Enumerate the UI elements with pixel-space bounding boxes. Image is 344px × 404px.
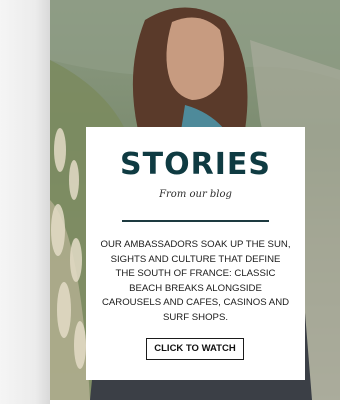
stories-card: STORIES From our blog OUR AMBASSADORS SO… [86, 127, 305, 380]
stories-title: STORIES [120, 147, 271, 182]
click-to-watch-button[interactable]: CLICK TO WATCH [146, 338, 244, 360]
card-divider [122, 220, 269, 222]
left-edge-strip [0, 0, 50, 404]
stories-description: OUR AMBASSADORS SOAK UP THE SUN, SIGHTS … [100, 239, 291, 323]
stories-banner: STORIES From our blog OUR AMBASSADORS SO… [0, 0, 344, 404]
stories-subtitle: From our blog [159, 189, 232, 200]
